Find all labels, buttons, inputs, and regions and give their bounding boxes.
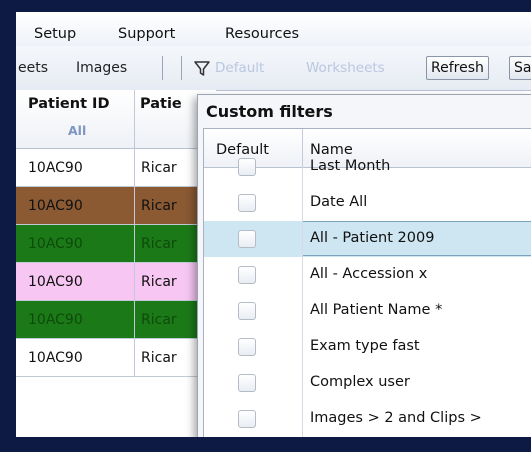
filter-name: All - Accession x [310,266,428,282]
cell-patient-name: Ricar [141,350,177,366]
cell-patient-id: 10AC90 [28,350,83,366]
column-patient-name[interactable]: Patie [140,96,182,112]
table-row[interactable]: 10AC90 Ricar [16,301,216,339]
table-row[interactable]: 10AC90 Ricar [16,187,216,225]
column-divider [302,167,303,437]
filter-icon[interactable] [194,61,210,81]
column-divider [134,263,135,300]
cell-patient-id: 10AC90 [28,236,83,252]
table-row[interactable]: 10AC90 Ricar [16,149,216,187]
filter-row[interactable]: All - Patient 2009 [204,221,531,257]
cell-patient-id: 10AC90 [28,198,83,214]
refresh-button[interactable]: Refresh [426,56,489,80]
custom-filters-table: Default Name Last Month Date All All - Pat… [203,128,531,437]
filter-name: All - Patient 2009 [310,230,435,246]
table-row[interactable]: 10AC90 Ricar [16,263,216,301]
toolbar-separator [181,56,182,80]
filter-row[interactable]: Exam type fast [204,329,531,365]
menu-setup[interactable]: Setup [34,26,76,42]
cell-patient-name: Ricar [141,236,177,252]
cell-patient-id: 10AC90 [28,160,83,176]
filter-name: Date All [310,194,368,210]
column-patient-id[interactable]: Patient ID [28,96,110,112]
table-row[interactable]: 10AC90 Ricar [16,339,216,377]
default-checkbox[interactable] [238,302,256,320]
column-divider [134,339,135,376]
column-divider [134,187,135,224]
application-window: Setup Support Resources eets Images Defa… [16,12,531,437]
cell-patient-name: Ricar [141,274,177,290]
toolbar-separator [162,56,163,80]
filter-row[interactable]: All Patient Name * [204,293,531,329]
filter-name: Last Month [310,158,391,174]
default-checkbox[interactable] [238,266,256,284]
toolbar: eets Images Default Worksheets Refresh S… [16,46,531,91]
column-divider [134,225,135,262]
cell-patient-name: Ricar [141,160,177,176]
menu-resources[interactable]: Resources [225,26,299,42]
filter-name: Exam type fast [310,338,420,354]
cell-patient-id: 10AC90 [28,274,83,290]
default-checkbox[interactable] [238,374,256,392]
grid-header: Patient ID Patie All [16,90,216,149]
cell-patient-name: Ricar [141,198,177,214]
worksheets-tab[interactable]: eets [18,60,48,76]
default-checkbox[interactable] [238,410,256,428]
table-row[interactable]: 10AC90 Ricar [16,225,216,263]
default-checkbox[interactable] [238,194,256,212]
popup-title: Custom filters [206,102,333,121]
filter-row[interactable]: Complex user [204,365,531,401]
filter-row[interactable]: Images > 2 and Clips > [204,401,531,437]
custom-filters-popup: Custom filters Default Name Last Month Da… [197,94,531,437]
column-divider [134,149,135,186]
cell-patient-name: Ricar [141,312,177,328]
worksheets-filter-button[interactable]: Worksheets [306,60,385,76]
filter-row[interactable]: Last Month [204,149,531,185]
save-button[interactable]: Sa [509,56,531,80]
default-checkbox[interactable] [238,338,256,356]
column-divider [134,301,135,338]
filter-name: Complex user [310,374,410,390]
default-checkbox[interactable] [238,158,256,176]
default-checkbox[interactable] [238,230,256,248]
filter-row[interactable]: Date All [204,185,531,221]
images-tab[interactable]: Images [76,60,127,76]
column-divider [134,90,135,148]
default-filter-button[interactable]: Default [215,60,264,76]
filter-name: Images > 2 and Clips > [310,410,482,426]
menu-bar: Setup Support Resources [16,12,531,47]
filter-name: All Patient Name * [310,302,443,318]
cell-patient-id: 10AC90 [28,312,83,328]
patient-id-filter-all[interactable]: All [68,123,86,138]
filter-row[interactable]: All - Accession x [204,257,531,293]
menu-support[interactable]: Support [118,26,175,42]
